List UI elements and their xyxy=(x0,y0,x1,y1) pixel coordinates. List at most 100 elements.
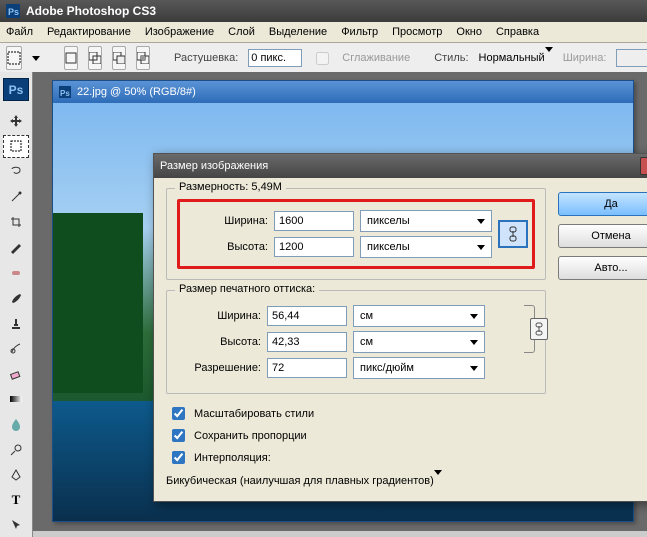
bracket-icon xyxy=(524,305,535,353)
eraser-tool-icon[interactable] xyxy=(3,362,29,385)
image-region xyxy=(53,213,143,393)
scale-styles-label: Масштабировать стили xyxy=(194,408,314,420)
resample-checkbox[interactable] xyxy=(172,451,185,464)
chevron-down-icon xyxy=(434,470,442,487)
svg-text:Ps: Ps xyxy=(8,7,19,17)
document-size-legend: Размер печатного оттиска: xyxy=(175,283,319,295)
pixel-dimensions-group: Размерность: 5,49M Ширина: пикселы xyxy=(166,188,546,280)
document-window[interactable]: Ps 22.jpg @ 50% (RGB/8#) Размер изображе… xyxy=(52,80,634,522)
px-height-unit-select[interactable]: пикселы xyxy=(360,236,492,258)
optwidth-label: Ширина: xyxy=(563,52,607,64)
menu-help[interactable]: Справка xyxy=(496,26,539,38)
px-height-input[interactable] xyxy=(274,237,354,257)
chevron-down-icon xyxy=(477,245,485,250)
blur-tool-icon[interactable] xyxy=(3,413,29,436)
constrain-checkbox[interactable] xyxy=(172,429,185,442)
doc-height-label: Высота: xyxy=(177,336,261,348)
ps-logo-icon[interactable]: Ps xyxy=(3,78,29,101)
type-tool-icon[interactable]: T xyxy=(3,489,29,512)
subtract-selection-icon[interactable] xyxy=(112,46,126,70)
menu-view[interactable]: Просмотр xyxy=(392,26,442,38)
style-select[interactable]: Нормальный xyxy=(479,52,553,64)
doc-width-input[interactable] xyxy=(267,306,347,326)
slice-tool-icon[interactable] xyxy=(3,236,29,259)
px-height-label: Высота: xyxy=(184,241,268,253)
document-titlebar[interactable]: Ps 22.jpg @ 50% (RGB/8#) xyxy=(53,81,633,103)
menu-window[interactable]: Окно xyxy=(456,26,482,38)
intersect-selection-icon[interactable] xyxy=(136,46,150,70)
constrain-link-icon[interactable] xyxy=(498,220,528,248)
auto-button[interactable]: Авто... xyxy=(558,256,647,280)
menu-edit[interactable]: Редактирование xyxy=(47,26,131,38)
marquee-tool-icon[interactable] xyxy=(6,46,22,70)
resolution-label: Разрешение: xyxy=(177,362,261,374)
dialog-titlebar[interactable]: Размер изображения xyxy=(154,154,647,178)
workspace: Ps T Ps 22.jpg @ 50% (RGB/8#) xyxy=(0,72,647,531)
options-bar: Растушевка: Сглаживание Стиль: Нормальны… xyxy=(0,43,647,74)
pixel-dimensions-label: Размерность: xyxy=(179,181,248,193)
menu-filter[interactable]: Фильтр xyxy=(341,26,378,38)
chevron-down-icon xyxy=(470,366,478,371)
heal-tool-icon[interactable] xyxy=(3,261,29,284)
px-width-unit-select[interactable]: пикселы xyxy=(360,210,492,232)
gradient-tool-icon[interactable] xyxy=(3,387,29,410)
document-size-group: Размер печатного оттиска: Ширина: см xyxy=(166,290,546,394)
doc-width-unit: см xyxy=(360,310,373,322)
add-selection-icon[interactable] xyxy=(88,46,102,70)
dodge-tool-icon[interactable] xyxy=(3,438,29,461)
scale-styles-option[interactable]: Масштабировать стили xyxy=(168,404,546,423)
chevron-down-icon xyxy=(470,340,478,345)
style-value: Нормальный xyxy=(479,52,545,64)
stamp-tool-icon[interactable] xyxy=(3,312,29,335)
svg-text:Ps: Ps xyxy=(60,89,70,98)
px-width-unit: пикселы xyxy=(367,215,410,227)
doc-height-unit-select[interactable]: см xyxy=(353,331,485,353)
path-select-tool-icon[interactable] xyxy=(3,514,29,537)
constrain-option[interactable]: Сохранить пропорции xyxy=(168,426,546,445)
optwidth-input xyxy=(616,49,647,67)
cancel-button[interactable]: Отмена xyxy=(558,224,647,248)
ok-button[interactable]: Да xyxy=(558,192,647,216)
pixel-dimensions-value: 5,49M xyxy=(251,181,282,193)
new-selection-icon[interactable] xyxy=(64,46,78,70)
resolution-unit: пикс/дюйм xyxy=(360,362,414,374)
pen-tool-icon[interactable] xyxy=(3,463,29,486)
options-checks: Масштабировать стили Сохранить пропорции… xyxy=(168,404,546,467)
constrain-label: Сохранить пропорции xyxy=(194,430,307,442)
doc-height-unit: см xyxy=(360,336,373,348)
resample-option[interactable]: Интерполяция: xyxy=(168,448,546,467)
tool-preset-dropdown-icon[interactable] xyxy=(32,56,40,61)
chevron-down-icon xyxy=(470,314,478,319)
resample-method-select[interactable]: Бикубическая (наилучшая для плавных град… xyxy=(166,475,496,487)
lasso-tool-icon[interactable] xyxy=(3,160,29,183)
move-tool-icon[interactable] xyxy=(3,109,29,132)
history-brush-tool-icon[interactable] xyxy=(3,337,29,360)
antialias-label: Сглаживание xyxy=(342,52,410,64)
close-button[interactable] xyxy=(640,157,647,175)
document-canvas[interactable]: Размер изображения Размерность: 5,49M xyxy=(53,103,633,521)
menu-layer[interactable]: Слой xyxy=(228,26,255,38)
marquee-tool-icon[interactable] xyxy=(3,135,29,158)
scale-styles-checkbox[interactable] xyxy=(172,407,185,420)
resample-method-value: Бикубическая (наилучшая для плавных град… xyxy=(166,475,434,487)
brush-tool-icon[interactable] xyxy=(3,286,29,309)
image-size-dialog: Размер изображения Размерность: 5,49M xyxy=(153,153,647,502)
resolution-unit-select[interactable]: пикс/дюйм xyxy=(353,357,485,379)
feather-input[interactable] xyxy=(248,49,302,67)
menu-file[interactable]: Файл xyxy=(6,26,33,38)
resample-label: Интерполяция: xyxy=(194,452,271,464)
wand-tool-icon[interactable] xyxy=(3,185,29,208)
highlight-box: Ширина: пикселы Высота: пикселы xyxy=(177,199,535,269)
menubar: Файл Редактирование Изображение Слой Выд… xyxy=(0,22,647,43)
doc-width-unit-select[interactable]: см xyxy=(353,305,485,327)
px-width-input[interactable] xyxy=(274,211,354,231)
chain-icon xyxy=(535,322,543,336)
menu-select[interactable]: Выделение xyxy=(269,26,327,38)
file-icon: Ps xyxy=(59,86,71,98)
menu-image[interactable]: Изображение xyxy=(145,26,214,38)
crop-tool-icon[interactable] xyxy=(3,210,29,233)
chevron-down-icon xyxy=(477,219,485,224)
constrain-link-icon[interactable] xyxy=(530,318,548,340)
resolution-input[interactable] xyxy=(267,358,347,378)
doc-height-input[interactable] xyxy=(267,332,347,352)
